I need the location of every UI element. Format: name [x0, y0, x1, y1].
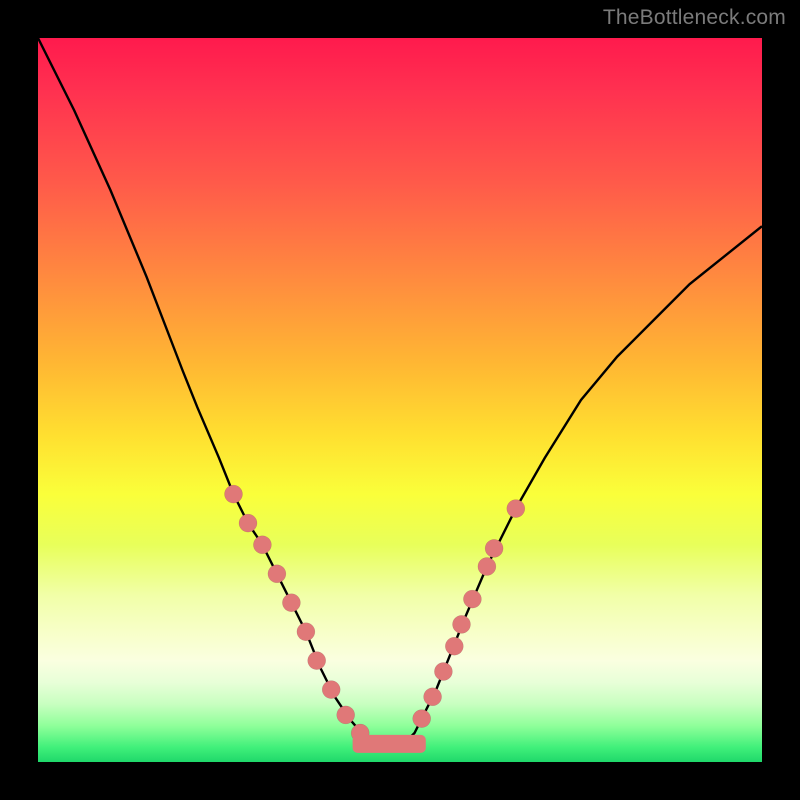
marker-dot — [297, 623, 315, 641]
marker-dot — [478, 558, 496, 576]
marker-dot — [239, 514, 257, 532]
marker-dot — [453, 615, 471, 633]
marker-dot — [507, 500, 525, 518]
marker-dot — [337, 706, 355, 724]
marker-dot — [445, 637, 463, 655]
bottleneck-chart: TheBottleneck.com — [0, 0, 800, 800]
marker-dot — [424, 688, 442, 706]
valley-bar — [353, 735, 426, 753]
markers-right — [413, 500, 525, 728]
marker-dot — [413, 710, 431, 728]
marker-dot — [463, 590, 481, 608]
plot-area — [38, 38, 762, 762]
marker-dot — [225, 485, 243, 503]
marker-dot — [282, 594, 300, 612]
marker-dot — [308, 652, 326, 670]
marker-dot — [485, 539, 503, 557]
marker-dot — [434, 663, 452, 681]
attribution-label: TheBottleneck.com — [603, 6, 786, 30]
marker-dot — [253, 536, 271, 554]
marker-dot — [268, 565, 286, 583]
curve-layer — [38, 38, 762, 762]
marker-dot — [322, 681, 340, 699]
bottleneck-curve — [38, 38, 762, 745]
